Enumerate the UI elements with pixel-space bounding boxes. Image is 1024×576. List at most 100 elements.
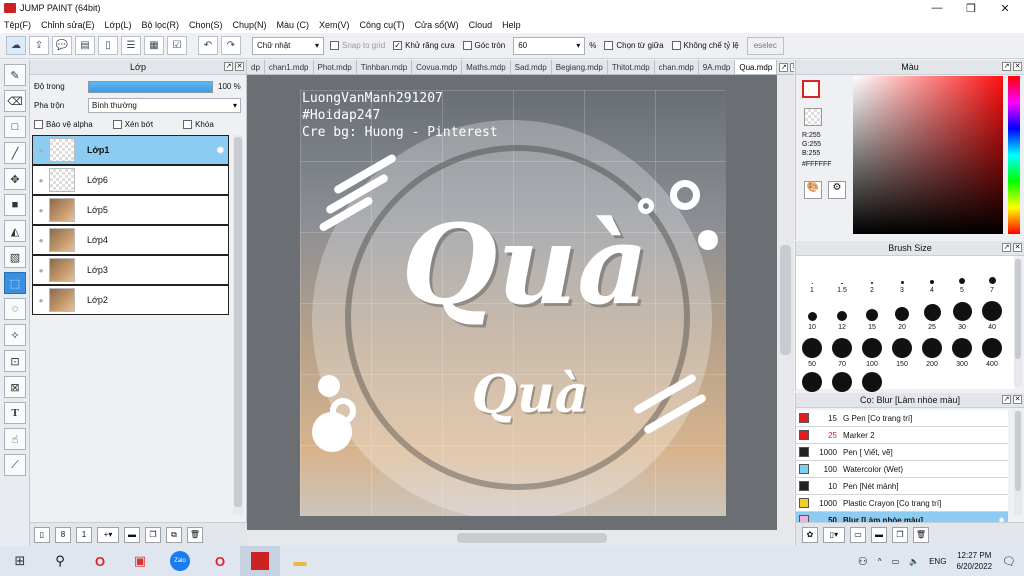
undo-icon[interactable]: ↶ [198,36,218,55]
palette-icon[interactable]: 🎨 [804,181,822,199]
delete-icon[interactable]: 🗑 [187,526,203,543]
clip-checkbox[interactable] [112,120,122,129]
brush-item[interactable]: 15 G Pen [Cọ trang trí] [796,410,1008,427]
list-icon[interactable]: ☰ [121,36,141,55]
fill-rect-tool-icon[interactable]: ■ [4,194,26,216]
notification-icon[interactable]: 🗨 [1002,555,1016,568]
new-layer-8bit-icon[interactable]: 8 [55,526,71,543]
comment-icon[interactable]: 💬 [52,36,72,55]
select-rect-tool-icon[interactable]: ⬚ [4,272,26,294]
cloud-icon[interactable]: ☁ [6,36,26,55]
select-eraser-tool-icon[interactable]: ⊠ [4,376,26,398]
canvas-vertical-scrollbar[interactable] [777,75,794,530]
layer-item[interactable]: ● Lớp1 ✹ [32,135,229,165]
visibility-icon[interactable]: ● [33,206,49,215]
foreground-color-swatch[interactable] [802,80,820,98]
brush-size-option[interactable]: 15 [858,297,886,331]
protect-alpha-option[interactable]: Bảo vệ alpha [34,120,93,129]
visibility-icon[interactable]: ● [33,266,49,275]
visibility-icon[interactable]: ● [33,146,49,155]
network-icon[interactable]: ▭ [892,557,900,566]
panel-float-icon[interactable]: ↗ [1002,395,1011,404]
panel-float-icon[interactable]: ↗ [1002,62,1011,71]
select-pen-tool-icon[interactable]: ⊡ [4,350,26,372]
panel-close-icon[interactable]: ✕ [1013,62,1022,71]
brush-tool-icon[interactable]: ✎ [4,64,26,86]
windows-start-icon[interactable]: ⊞ [0,546,40,576]
brush-size-option[interactable]: 300 [948,334,976,368]
eraser-tool-icon[interactable]: ⌫ [4,90,26,112]
visibility-icon[interactable]: ● [33,296,49,305]
checklist-icon[interactable]: ☑ [167,36,187,55]
menu-filter[interactable]: Bộ lọc(R) [141,20,179,30]
snap-grid-option[interactable]: Snap to grid [330,41,385,50]
panel-close-icon[interactable]: ✕ [1013,243,1022,252]
eyedropper-tool-icon[interactable]: ⟋ [4,454,26,476]
people-icon[interactable]: ⚇ [858,555,868,568]
brush-size-dot[interactable] [862,372,882,392]
brush-size-dot[interactable] [832,372,852,392]
jump-paint-icon[interactable] [240,546,280,576]
antialias-option[interactable]: Khử răng cưa [393,41,455,50]
snap-grid-checkbox[interactable] [330,41,339,50]
panel-close-icon[interactable]: ✕ [235,62,244,71]
menu-help[interactable]: Help [502,20,521,30]
brush-copy-icon[interactable]: ▭ [850,526,866,543]
visibility-icon[interactable]: ● [33,236,49,245]
minimize-icon[interactable]: — [920,0,954,16]
opera-gx-icon[interactable]: O [200,546,240,576]
hand-tool-icon[interactable]: ☝ [4,428,26,450]
tab-document[interactable]: chan1.mdp [265,60,314,74]
layer-item[interactable]: ● Lớp4 [32,225,229,255]
protect-alpha-checkbox[interactable] [34,120,43,129]
volume-icon[interactable]: 🔈 [909,557,919,566]
tab-float-icon[interactable]: ↗ [779,63,789,72]
brush-size-option[interactable]: 7 [978,260,1006,294]
brush-size-option[interactable]: 10 [798,297,826,331]
tab-document[interactable]: dp [247,60,265,74]
round-corner-option[interactable]: Góc tròn [462,41,505,50]
brush-size-dot[interactable] [802,372,822,392]
brush-size-option[interactable]: 4 [918,260,946,294]
add-layer-menu-icon[interactable]: +▾ [97,526,119,543]
brush-item[interactable]: 1000 Pen [ Viết, vẽ] [796,444,1008,461]
tab-document[interactable]: 9A.mdp [699,60,736,74]
brush-size-option[interactable]: 20 [888,297,916,331]
magic-wand-tool-icon[interactable]: ✧ [4,324,26,346]
menu-select[interactable]: Chọn(S) [189,20,223,30]
layer-scrollbar[interactable] [233,135,243,515]
layer-item[interactable]: ● Lớp3 [32,255,229,285]
app-red-icon[interactable]: ▣ [120,546,160,576]
new-layer-1bit-icon[interactable]: 1 [76,526,92,543]
brush-item[interactable]: 100 Watercolor (Wet) [796,461,1008,478]
tab-document[interactable]: Phot.mdp [314,60,357,74]
file-explorer-icon[interactable]: ▬ [280,546,320,576]
new-layer-icon[interactable]: ▯ [34,526,50,543]
rectangle-tool-icon[interactable]: □ [4,116,26,138]
search-icon[interactable]: ⚲ [40,546,80,576]
brush-size-option[interactable]: 3 [888,260,916,294]
text-tool-icon[interactable]: T [4,402,26,424]
zalo-icon[interactable]: Zalo [160,546,200,576]
round-value-input[interactable]: 60 ▾ [513,36,586,55]
lock-checkbox[interactable] [183,120,193,129]
transparent-color-swatch[interactable] [804,108,822,126]
bucket-tool-icon[interactable]: ◭ [4,220,26,242]
brush-size-option[interactable]: 1.5 [828,260,856,294]
add-brush-menu-icon[interactable]: ▯▾ [823,526,845,543]
page-icon[interactable]: ▯ [98,36,118,55]
brush-size-option[interactable]: 70 [828,334,856,368]
tab-document[interactable]: Covua.mdp [412,60,463,74]
fixed-ratio-checkbox[interactable] [671,41,681,50]
tab-document[interactable]: Sad.mdp [511,60,552,74]
round-corner-checkbox[interactable] [462,41,472,50]
hue-slider[interactable] [1008,76,1020,234]
opacity-slider[interactable] [88,80,213,93]
lock-option[interactable]: Khóa [183,120,214,129]
brush-item[interactable]: 10 Pen [Nét mảnh] [796,478,1008,495]
line-tool-icon[interactable]: ╱ [4,142,26,164]
brush-size-option[interactable]: 200 [918,334,946,368]
move-tool-icon[interactable]: ✥ [4,168,26,190]
tab-document[interactable]: Maths.mdp [462,60,511,74]
export-icon[interactable]: ⇪ [29,36,49,55]
